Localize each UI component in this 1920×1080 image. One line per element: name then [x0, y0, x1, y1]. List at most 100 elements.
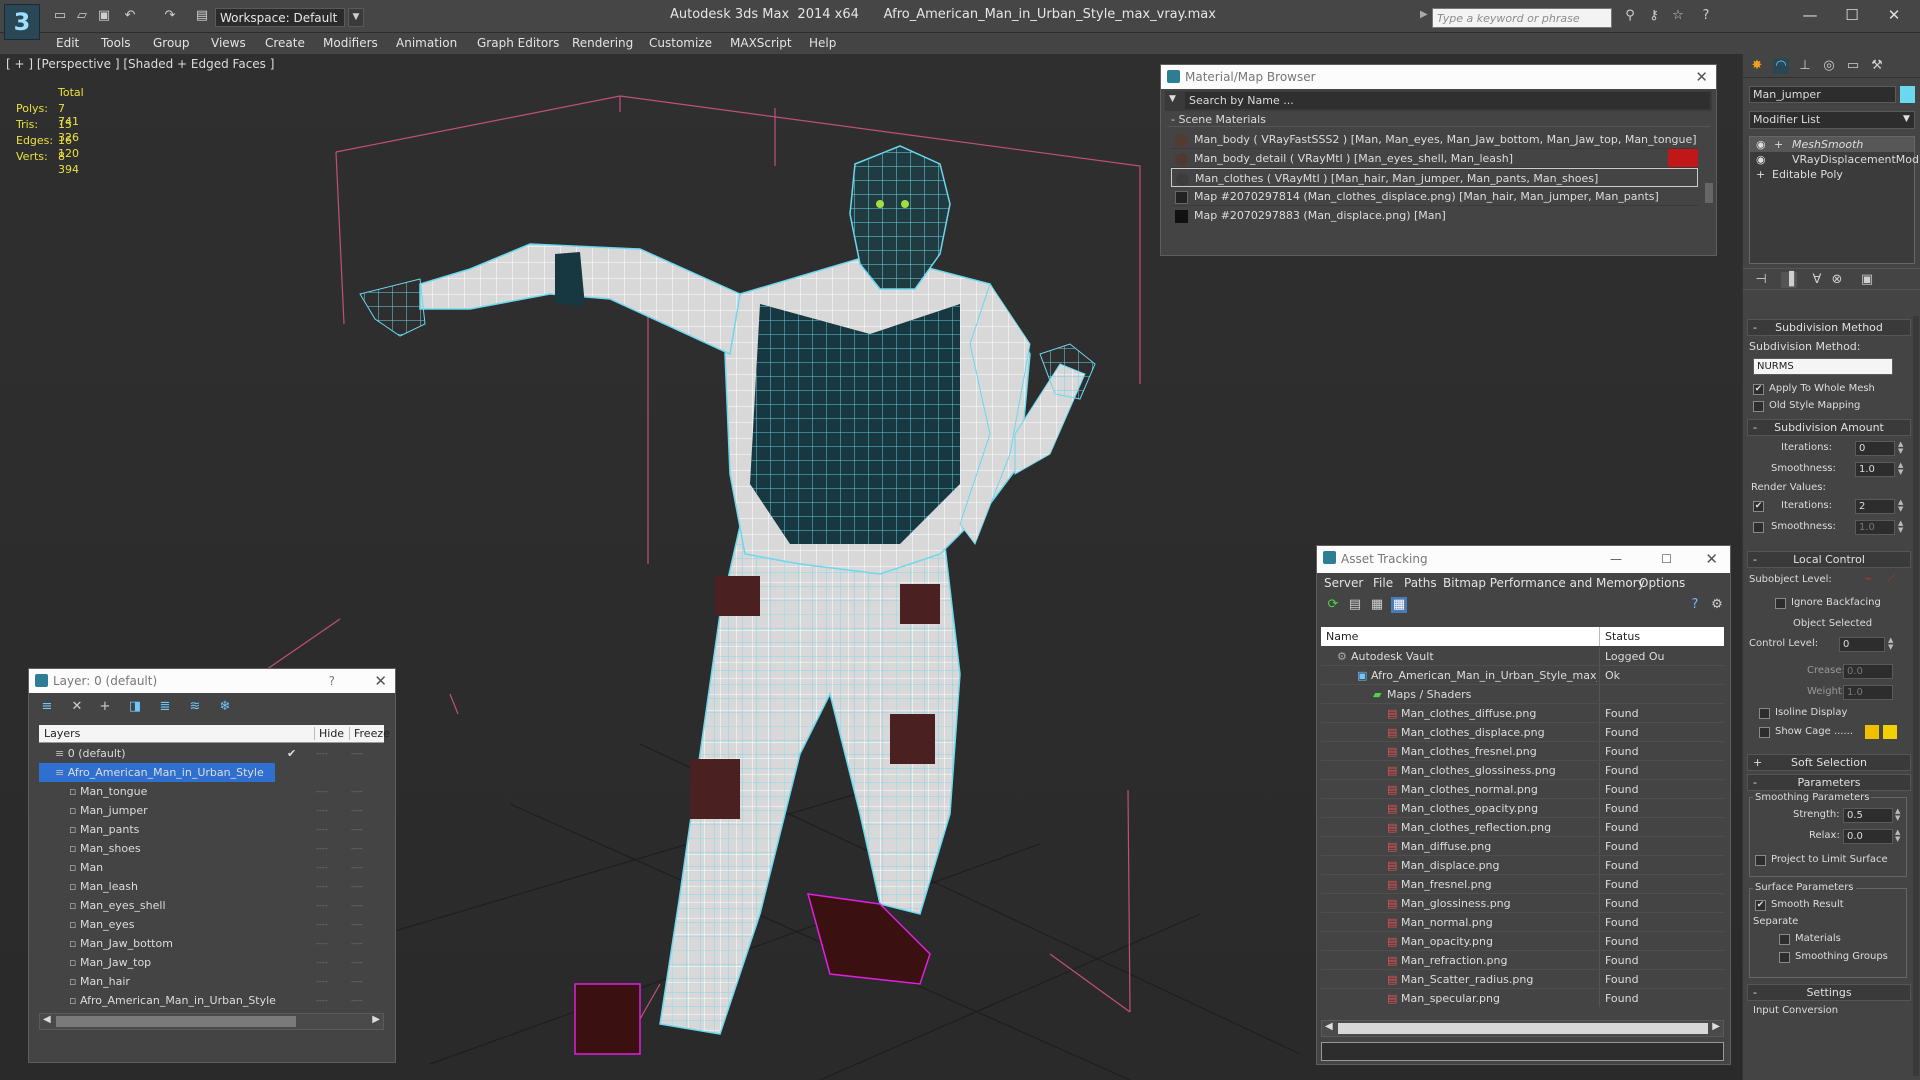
apply-whole-mesh-checkbox[interactable]: ✔ — [1753, 384, 1764, 395]
material-item-selected[interactable]: Man_clothes ( VRayMtl ) [Man_hair, Man_j… — [1171, 168, 1698, 187]
close-icon[interactable]: ✕ — [374, 669, 387, 693]
separate-groups-checkbox[interactable] — [1779, 952, 1790, 963]
spinner-icon[interactable]: ▲ ▼ — [1898, 462, 1906, 477]
scroll-left-icon[interactable]: ◀ — [1325, 1021, 1333, 1032]
viewport-label[interactable]: [ + ] [Perspective ] [Shaded + Edged Fac… — [6, 57, 274, 71]
asset-row[interactable]: ▰ Maps / Shaders — [1321, 685, 1724, 704]
scene-materials-header[interactable]: - Scene Materials — [1167, 113, 1710, 127]
asset-row[interactable]: ▤ Man_clothes_reflection.png Found — [1321, 818, 1724, 837]
modifier-list-dropdown[interactable]: Modifier List — [1749, 111, 1915, 129]
list-view-icon[interactable]: ▤ — [1347, 597, 1363, 613]
control-level-field[interactable]: 0 — [1839, 637, 1885, 652]
configure-sets-icon[interactable]: ▣ — [1859, 272, 1875, 288]
help-icon[interactable]: ? — [1687, 597, 1703, 613]
hide-all-icon[interactable]: ≋ — [187, 699, 203, 715]
scroll-left-icon[interactable]: ◀ — [43, 1014, 51, 1025]
rollout-settings[interactable]: - Settings — [1747, 984, 1911, 1001]
asset-horizontal-scrollbar[interactable]: ◀ ▶ — [1321, 1020, 1724, 1037]
project-limit-checkbox[interactable] — [1755, 855, 1766, 866]
asset-menu-server[interactable]: Server — [1324, 573, 1363, 594]
freeze-toggle[interactable]: ---- — [351, 820, 363, 839]
close-icon[interactable]: ✕ — [1705, 546, 1718, 573]
column-layers[interactable]: Layers — [44, 727, 80, 740]
object-name-field[interactable]: Man_jumper — [1749, 86, 1896, 103]
rollout-local-control[interactable]: - Local Control — [1747, 551, 1911, 568]
object-color-swatch[interactable] — [1900, 86, 1915, 103]
minimize-button[interactable]: — — [1796, 4, 1824, 26]
create-tab-icon[interactable]: ✸ — [1749, 58, 1765, 74]
freeze-toggle[interactable]: ---- — [351, 896, 363, 915]
material-item[interactable]: Map #2070297883 (Man_displace.png) [Man] — [1171, 206, 1698, 225]
layer-row[interactable]: ▫ Man_eyes ---- ---- — [39, 915, 384, 934]
material-scrollbar[interactable] — [1705, 183, 1713, 203]
layer-row[interactable]: ≡ 0 (default) ✔ ---- ---- — [39, 744, 384, 763]
command-panel-scrollbar[interactable] — [1913, 316, 1919, 1076]
asset-row[interactable]: ▤ Man_clothes_normal.png Found — [1321, 780, 1724, 799]
utilities-tab-icon[interactable]: ⚒ — [1869, 58, 1885, 74]
scroll-thumb[interactable] — [1338, 1023, 1708, 1034]
hide-toggle[interactable]: ---- — [316, 934, 328, 953]
hide-toggle[interactable]: ---- — [316, 915, 328, 934]
star-icon[interactable]: ☆ — [1670, 8, 1686, 24]
column-status[interactable]: Status — [1599, 627, 1640, 646]
hide-toggle[interactable]: ---- — [316, 896, 328, 915]
layer-row[interactable]: ▫ Man_tongue ---- ---- — [39, 782, 384, 801]
freeze-toggle[interactable]: ---- — [351, 991, 363, 1010]
close-button[interactable]: ✕ — [1880, 4, 1908, 26]
layer-row[interactable]: ▫ Man_Jaw_top ---- ---- — [39, 953, 384, 972]
asset-row[interactable]: ▤ Man_clothes_diffuse.png Found — [1321, 704, 1724, 723]
search-input[interactable]: Type a keyword or phrase — [1432, 8, 1612, 28]
save-icon[interactable]: ▣ — [96, 8, 112, 24]
asset-row[interactable]: ▤ Man_clothes_glossiness.png Found — [1321, 761, 1724, 780]
freeze-toggle[interactable]: ---- — [351, 972, 363, 991]
asset-row[interactable]: ▤ Man_clothes_opacity.png Found — [1321, 799, 1724, 818]
scroll-right-icon[interactable]: ▶ — [1712, 1021, 1720, 1032]
select-objects-icon[interactable]: ◨ — [127, 699, 143, 715]
menu-help[interactable]: Help — [809, 33, 836, 54]
pin-stack-icon[interactable]: ⊣ — [1753, 272, 1769, 288]
open-file-icon[interactable]: ▱ — [74, 8, 90, 24]
layer-row[interactable]: ▫ Afro_American_Man_in_Urban_Style ---- --… — [39, 991, 384, 1010]
scroll-thumb[interactable] — [56, 1016, 296, 1027]
help-icon[interactable]: ? — [329, 669, 335, 693]
asset-row[interactable]: ▤ Man_fresnel.png Found — [1321, 875, 1724, 894]
column-name[interactable]: Name — [1326, 630, 1358, 643]
asset-row[interactable]: ▤ Man_specular.png Found — [1321, 989, 1724, 1007]
asset-row[interactable]: ▤ Man_glossiness.png Found — [1321, 894, 1724, 913]
render-iterations-field[interactable]: 2 — [1855, 499, 1895, 514]
stack-item-editable-poly[interactable]: + Editable Poly — [1750, 167, 1914, 182]
hide-toggle[interactable]: ---- — [316, 820, 328, 839]
lightbulb-icon[interactable]: ◉ — [1756, 152, 1766, 167]
layer-row[interactable]: ▫ Man ---- ---- — [39, 858, 384, 877]
cage-color-swatch[interactable] — [1865, 725, 1879, 739]
layer-row[interactable]: ▫ Man_jumper ---- ---- — [39, 801, 384, 820]
app-logo-icon[interactable]: 3 — [4, 4, 40, 40]
hide-toggle[interactable]: ---- — [316, 858, 328, 877]
help-icon[interactable]: ? — [1698, 8, 1714, 24]
old-style-mapping-checkbox[interactable] — [1753, 401, 1764, 412]
edge-icon[interactable]: ⟋ — [1887, 572, 1895, 586]
menu-customize[interactable]: Customize — [649, 33, 712, 54]
spinner-icon[interactable]: ▲ ▼ — [1895, 808, 1903, 823]
hide-toggle[interactable]: ---- — [316, 801, 328, 820]
freeze-all-icon[interactable]: ❄ — [217, 699, 233, 715]
freeze-toggle[interactable]: ---- — [351, 782, 363, 801]
strength-field[interactable]: 0.5 — [1843, 808, 1893, 823]
asset-row[interactable]: ▤ Man_diffuse.png Found — [1321, 837, 1724, 856]
motion-tab-icon[interactable]: ◎ — [1821, 58, 1837, 74]
spinner-icon[interactable]: ▲ ▼ — [1898, 499, 1906, 514]
weight-field[interactable]: 1.0 — [1843, 685, 1893, 700]
menu-edit[interactable]: Edit — [56, 33, 79, 54]
freeze-toggle[interactable]: ---- — [351, 839, 363, 858]
rollout-parameters[interactable]: - Parameters — [1747, 774, 1911, 791]
rollout-subdivision-amount[interactable]: - Subdivision Amount — [1747, 419, 1911, 436]
menu-create[interactable]: Create — [265, 33, 305, 54]
spinner-icon[interactable]: ▲ ▼ — [1888, 637, 1896, 652]
relax-field[interactable]: 0.0 — [1843, 829, 1893, 844]
lightbulb-icon[interactable]: ◉ — [1756, 137, 1766, 152]
ignore-backfacing-checkbox[interactable] — [1775, 598, 1786, 609]
remove-modifier-icon[interactable]: ⊗ — [1829, 272, 1845, 288]
asset-menu-options[interactable]: Options — [1639, 573, 1685, 594]
highlight-icon[interactable]: ≣ — [157, 699, 173, 715]
iterations-field[interactable]: 0 — [1855, 441, 1895, 456]
